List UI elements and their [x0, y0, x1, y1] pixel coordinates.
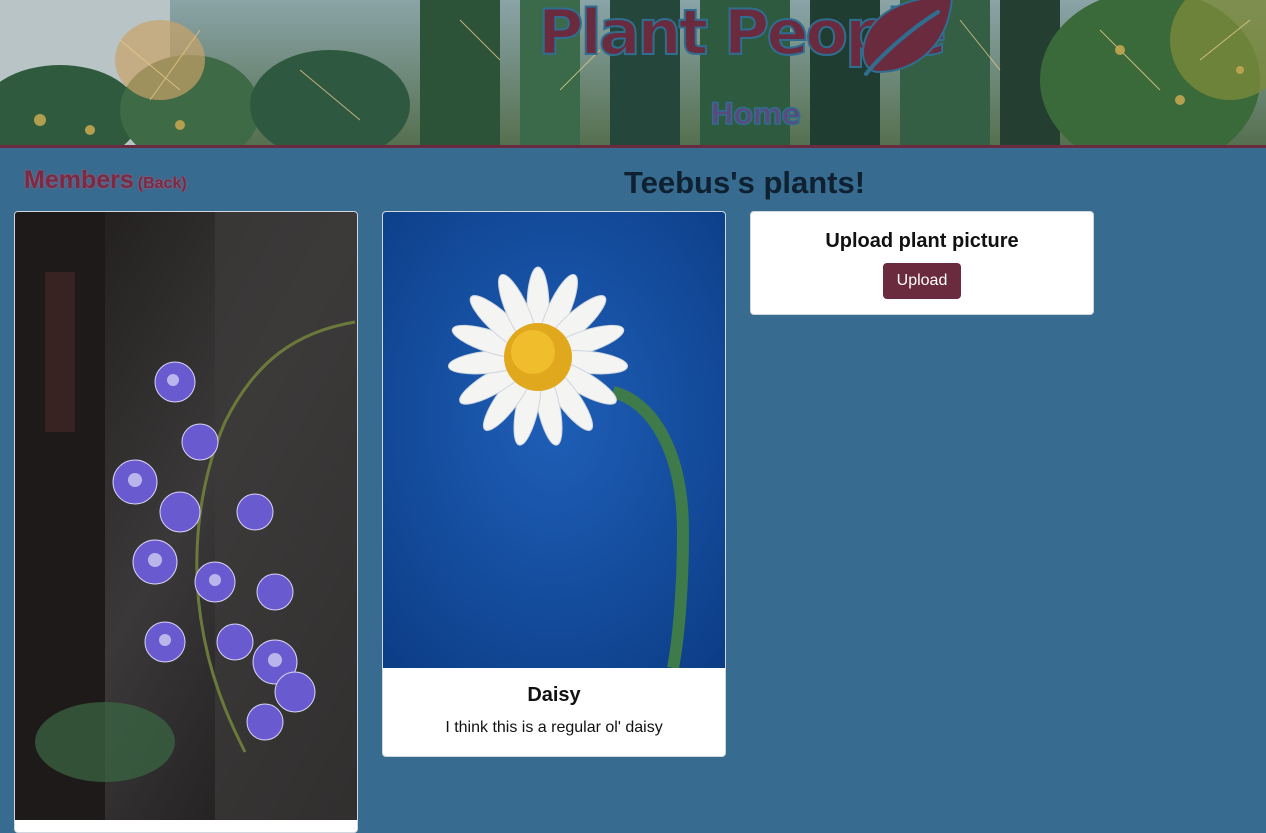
page-title: Teebus's plants! [624, 165, 866, 200]
plant-card-orchid[interactable] [14, 211, 358, 833]
orchid-photo [15, 212, 357, 820]
upload-button[interactable]: Upload [882, 263, 962, 299]
plant-name: Daisy [527, 684, 581, 706]
upload-title: Upload plant picture [825, 230, 1019, 252]
plant-description: I think this is a regular ol' daisy [445, 719, 663, 736]
members-title: Members [24, 166, 134, 194]
back-link[interactable]: (Back) [138, 175, 187, 192]
upload-card: Upload plant picture Upload [750, 211, 1094, 315]
daisy-photo [383, 212, 725, 668]
plant-card-daisy[interactable]: Daisy I think this is a regular ol' dais… [382, 211, 726, 757]
home-link[interactable]: Home [709, 96, 802, 132]
daisy-card-body: Daisy I think this is a regular ol' dais… [383, 684, 725, 737]
upload-card-body: Upload plant picture Upload [751, 230, 1093, 299]
members-heading: Members (Back) [24, 166, 187, 195]
header-banner: Plant People Home [0, 0, 1266, 148]
leaf-logo-icon [862, 0, 953, 76]
